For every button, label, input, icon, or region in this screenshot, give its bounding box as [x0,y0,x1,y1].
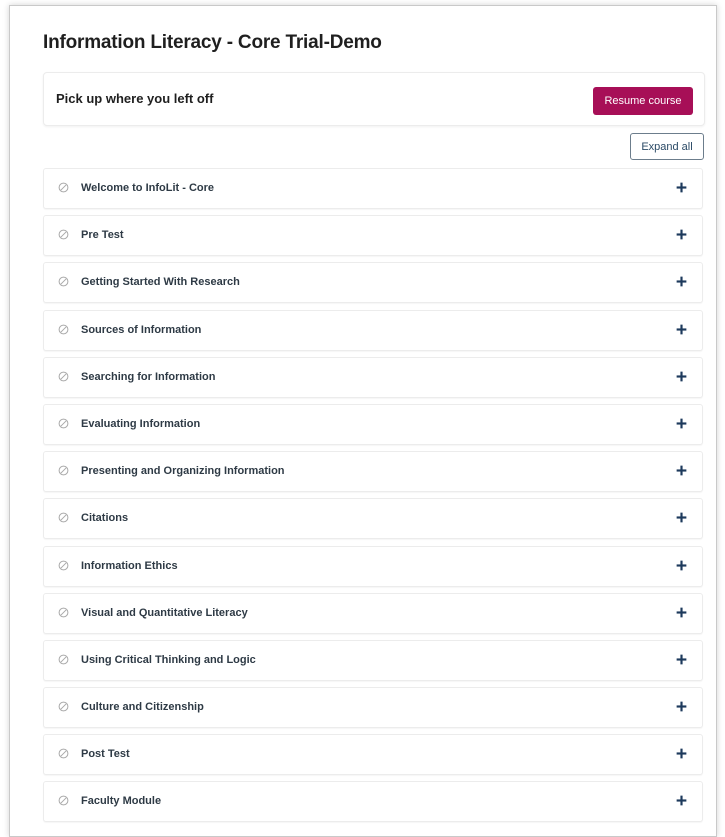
module-label: Visual and Quantitative Literacy [81,606,248,619]
module-list: Welcome to InfoLit - Core Pre Test Getting… [43,168,703,829]
module-label: Presenting and Organizing Information [81,465,285,478]
module-row[interactable]: Welcome to InfoLit - Core [43,168,703,209]
not-started-circle-icon [58,701,69,712]
not-started-circle-icon [58,512,69,523]
resume-course-card: Pick up where you left off Resume course [43,72,705,126]
not-started-circle-icon [58,654,69,665]
not-started-circle-icon [58,182,69,193]
expand-all-button[interactable]: Expand all [630,133,704,160]
module-label: Faculty Module [81,795,162,808]
resume-course-button[interactable]: Resume course [593,87,693,115]
plus-icon[interactable] [675,559,688,572]
module-label: Searching for Information [81,370,216,383]
module-row[interactable]: Getting Started With Research [43,262,703,304]
module-label: Sources of Information [81,323,202,336]
module-row[interactable]: Using Critical Thinking and Logic [43,639,703,681]
not-started-circle-icon [58,607,69,618]
module-row[interactable]: Culture and Citizenship [43,687,703,729]
not-started-circle-icon [58,465,69,476]
plus-icon[interactable] [675,794,688,807]
module-label: Pre Test [81,229,124,242]
not-started-circle-icon [58,324,69,334]
course-outline-panel: Information Literacy - Core Trial-Demo P… [9,5,717,837]
not-started-circle-icon [58,229,69,240]
not-started-circle-icon [58,371,69,382]
module-row[interactable]: Faculty Module [43,781,703,823]
module-label: Evaluating Information [81,417,201,430]
plus-icon[interactable] [675,747,688,760]
module-label: Citations [81,512,129,525]
plus-icon[interactable] [675,464,688,477]
plus-icon[interactable] [675,228,688,241]
not-started-circle-icon [58,276,69,287]
module-label: Culture and Citizenship [81,701,204,714]
plus-icon[interactable] [675,181,688,194]
module-row[interactable]: Post Test [43,734,703,776]
not-started-circle-icon [58,560,69,570]
module-label: Information Ethics [81,559,178,572]
module-row[interactable]: Visual and Quantitative Literacy [43,592,703,634]
plus-icon[interactable] [675,653,688,666]
plus-icon[interactable] [675,370,688,383]
module-label: Getting Started With Research [81,276,240,289]
module-row[interactable]: Sources of Information [43,309,703,351]
plus-icon[interactable] [675,700,688,713]
plus-icon[interactable] [675,417,688,430]
module-row[interactable]: Evaluating Information [43,403,703,445]
module-row[interactable]: Presenting and Organizing Information [43,451,703,493]
not-started-circle-icon [58,418,69,429]
module-row[interactable]: Pre Test [43,215,703,257]
plus-icon[interactable] [675,511,688,524]
not-started-circle-icon [58,796,69,806]
resume-prompt-text: Pick up where you left off [56,91,214,106]
module-row[interactable]: Searching for Information [43,356,703,398]
plus-icon[interactable] [675,323,688,336]
module-label: Using Critical Thinking and Logic [81,653,256,666]
course-title: Information Literacy - Core Trial-Demo [43,32,382,53]
plus-icon[interactable] [675,275,688,288]
module-row[interactable]: Citations [43,498,703,540]
module-label: Post Test [81,748,130,761]
not-started-circle-icon [58,748,69,759]
plus-icon[interactable] [675,606,688,619]
module-label: Welcome to InfoLit - Core [81,182,215,194]
module-row[interactable]: Information Ethics [43,545,703,587]
